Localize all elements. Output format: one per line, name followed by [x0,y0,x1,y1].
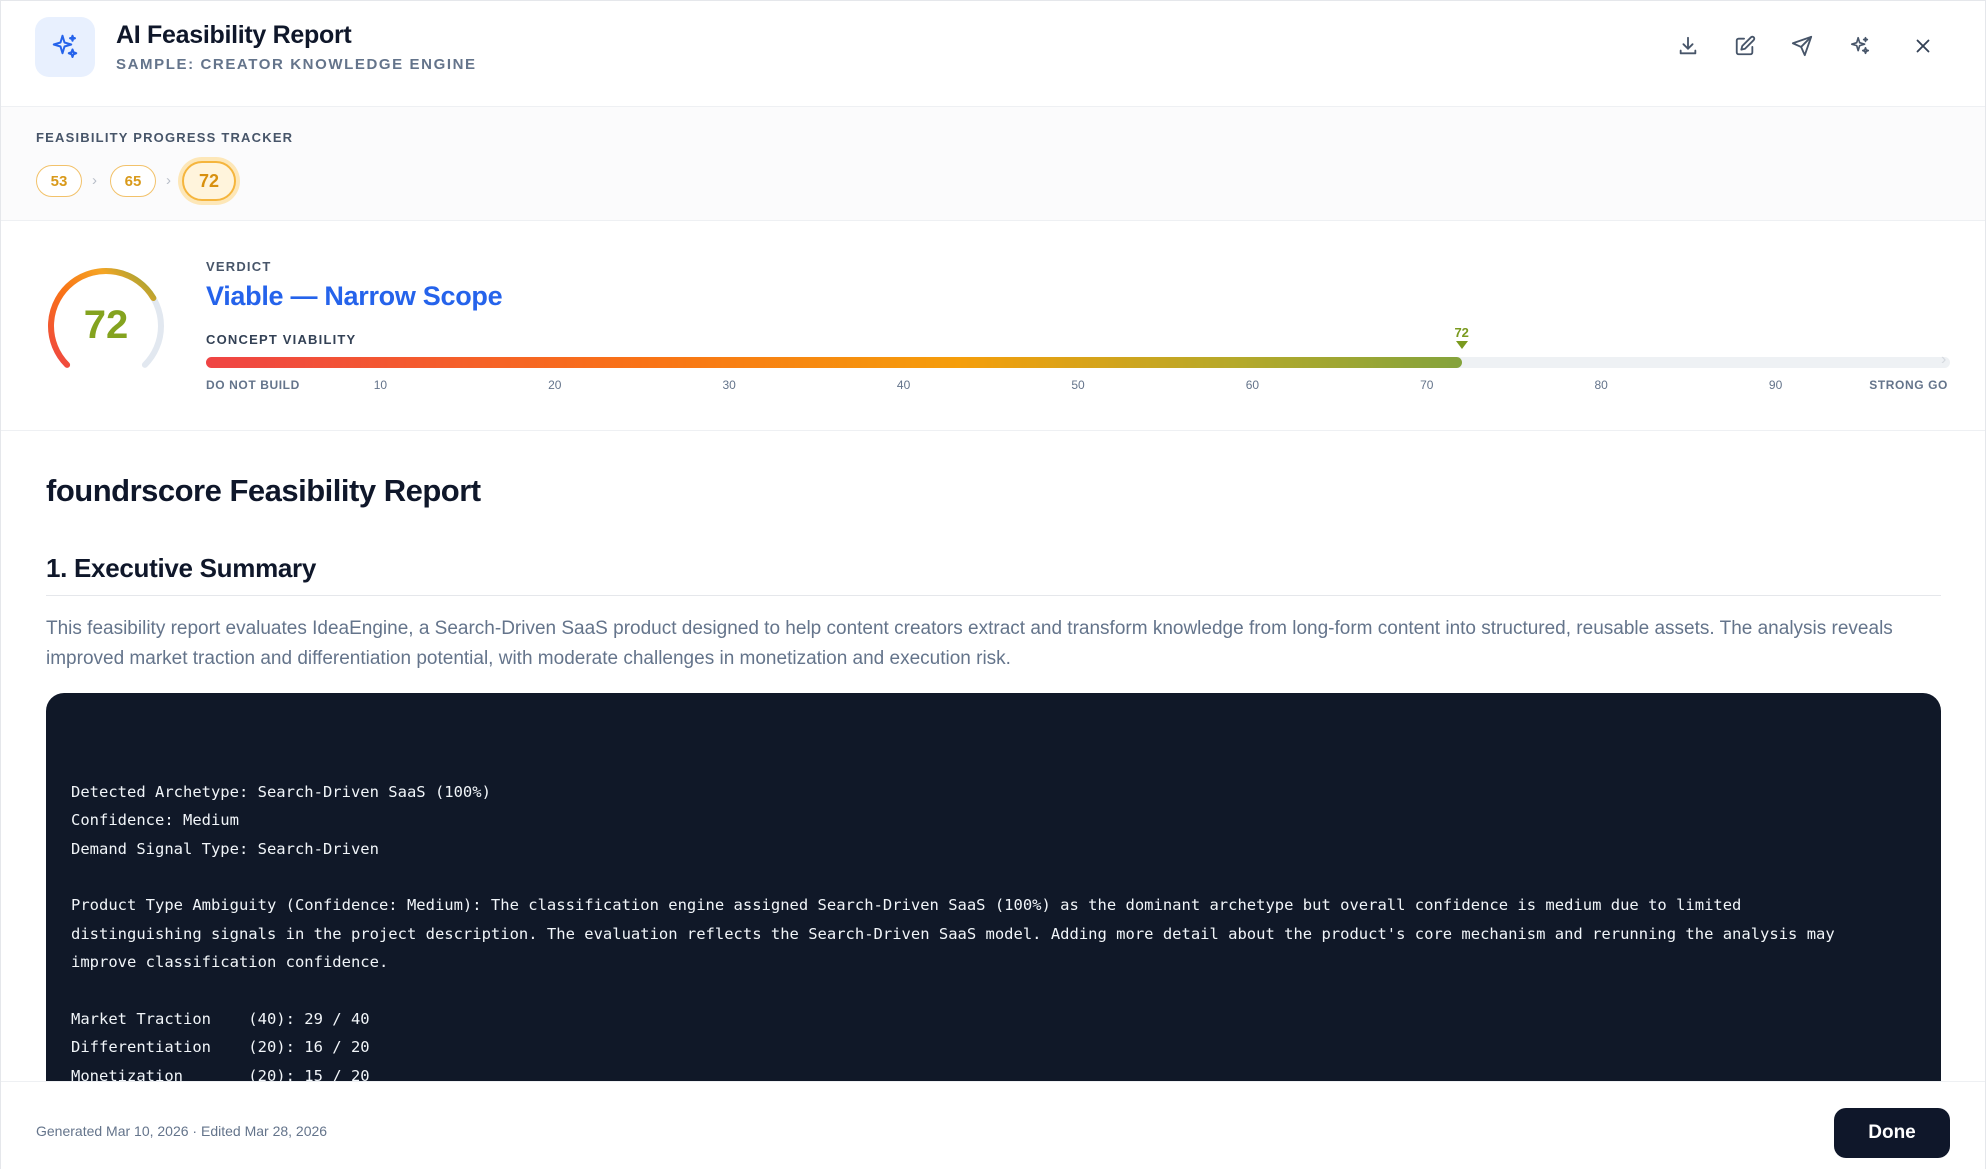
scale-end-label: STRONG GO [1869,378,1948,392]
code-line: Product Type Ambiguity (Confidence: Medi… [71,896,1742,915]
modal-subtitle: SAMPLE: CREATOR KNOWLEDGE ENGINE [116,56,477,73]
report-title: foundrscore Feasibility Report [46,473,481,508]
concept-viability-label: CONCEPT VIABILITY [206,332,357,347]
verdict-label: VERDICT [206,259,272,274]
tracker-separator: › [166,172,171,189]
scale-tick: 20 [548,378,562,392]
viability-bar-fill [206,357,1462,368]
modal-footer: Generated Mar 10, 2026 · Edited Mar 28, … [1,1081,1985,1169]
close-button[interactable] [1906,29,1940,63]
download-button[interactable] [1671,29,1705,63]
executive-summary: This feasibility report evaluates IdeaEn… [46,618,1893,669]
code-line: distinguishing signals in the project de… [71,924,1835,943]
score-value: 72 [83,303,129,347]
code-line: Demand Signal Type: Search-Driven [71,839,379,858]
verdict-text: Viable — Narrow Scope [206,281,503,311]
code-line: Market Traction (40): 29 / 40 [71,1010,370,1029]
code-line: Monetization (20): 15 / 20 [71,1066,370,1081]
code-line: Detected Archetype: Search-Driven SaaS (… [71,782,491,801]
progress-tracker: FEASIBILITY PROGRESS TRACKER 53 › 65 › 7… [1,107,1985,221]
scale-tick: 60 [1245,378,1260,392]
tracker-score-1[interactable]: 53 [36,165,82,197]
edit-button[interactable] [1728,29,1762,63]
ai-regenerate-button[interactable] [1843,29,1877,63]
scale-start-label: DO NOT BUILD [206,378,300,392]
report-content: foundrscore Feasibility Report 1. Execut… [1,431,1985,1081]
scale-tick: 40 [896,378,911,392]
modal-title: AI Feasibility Report [116,21,352,49]
section-heading: 1. Executive Summary [46,553,317,583]
chevron-right-icon: › [1941,351,1947,368]
scale-tick: 50 [1071,378,1085,392]
verdict-section: 72 VERDICT Viable — Narrow Scope CONCEPT… [1,221,1985,431]
viability-marker-value: 72 [1454,325,1469,340]
done-button[interactable]: Done [1834,1108,1950,1158]
analysis-code-block: Detected Archetype: Search-Driven SaaS (… [46,693,1941,1081]
scale-tick: 30 [722,378,736,392]
edit-icon [1735,35,1756,56]
close-icon [1916,39,1930,53]
code-line: improve classification confidence. [71,953,389,972]
send-icon [1791,35,1813,57]
viability-bar [206,357,1950,368]
scale-tick: 10 [373,378,388,392]
tracker-score-2[interactable]: 65 [110,165,156,197]
report-timestamps: Generated Mar 10, 2026 · Edited Mar 28, … [36,1123,328,1139]
scale-tick: 80 [1594,378,1608,392]
code-line: Confidence: Medium [71,811,239,830]
sparkles-icon [35,17,95,77]
share-button[interactable] [1785,29,1819,63]
scale-tick: 90 [1768,378,1783,392]
code-line: Differentiation (20): 16 / 20 [71,1038,370,1057]
viability-marker-icon [1455,341,1468,349]
tracker-label: FEASIBILITY PROGRESS TRACKER [36,130,294,145]
download-icon [1679,36,1697,55]
feasibility-report-modal: AI Feasibility Report SAMPLE: CREATOR KN… [0,0,1986,1169]
sparkles-icon [1850,36,1870,55]
section-divider [46,595,1941,596]
tracker-separator: › [92,172,97,189]
scale-tick: 70 [1420,378,1434,392]
modal-header: AI Feasibility Report SAMPLE: CREATOR KN… [1,1,1985,107]
tracker-score-current[interactable]: 72 [182,161,236,201]
